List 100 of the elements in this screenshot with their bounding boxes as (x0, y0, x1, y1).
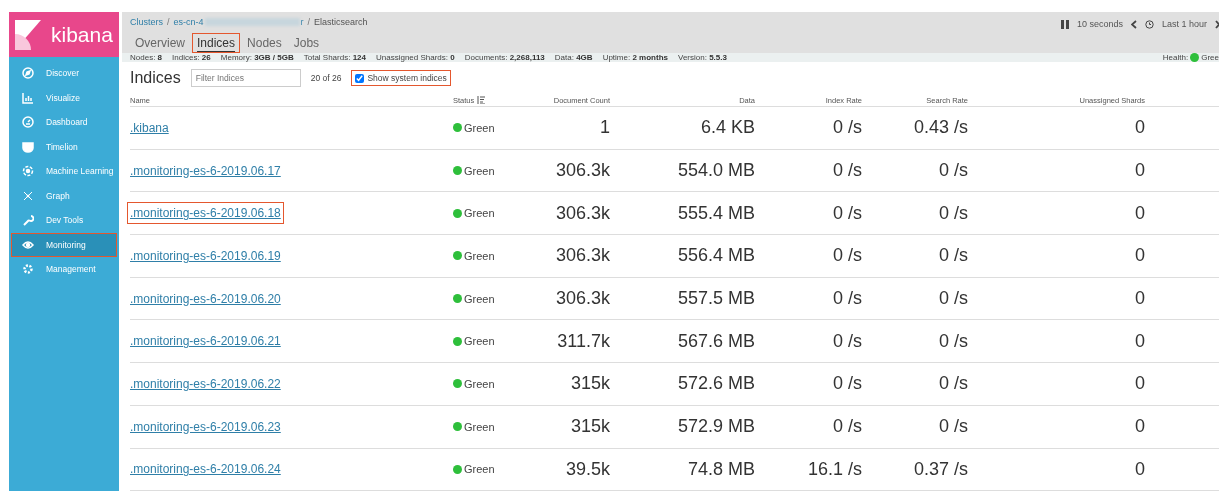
status-text: Green (464, 335, 495, 348)
status-text: Green (464, 463, 495, 476)
table-cell-text: 306.3k (554, 202, 610, 224)
bar-chart-icon (22, 91, 34, 104)
stat-text: Nodes: 8 (130, 53, 163, 62)
table-cell-text: 0 /s (832, 160, 862, 182)
stat-text: Version: 5.5.3 (678, 53, 727, 62)
sidebar-item[interactable]: Discover (11, 61, 117, 86)
table-cell-text: 0 /s (938, 160, 968, 182)
section-title: Indices (130, 69, 181, 87)
tab[interactable]: Overview (130, 33, 190, 53)
table-cell-text: 557.5 MB (676, 288, 755, 310)
table-cell-text: 0 /s (832, 330, 862, 352)
tab[interactable]: Jobs (288, 33, 325, 53)
table-cell-text: 0 /s (938, 416, 968, 438)
table-cell-text: 555.4 MB (676, 202, 755, 224)
index-link[interactable]: .monitoring-es-6-2019.06.23 (127, 415, 284, 438)
sidebar-item[interactable]: Management (11, 257, 117, 282)
table-cell-text: 16.1 /s (806, 458, 862, 480)
stat-text: Data: 4GB (554, 53, 593, 62)
index-link[interactable]: .monitoring-es-6-2019.06.22 (127, 372, 284, 395)
breadcrumb-separator: / (167, 17, 170, 27)
table-cell-text: 306.3k (554, 245, 610, 267)
index-link[interactable]: .kibana (127, 116, 172, 139)
chevron-right-icon[interactable] (1215, 19, 1219, 29)
tab[interactable]: Nodes (242, 33, 287, 53)
table-cell-text: 0 /s (832, 202, 862, 224)
index-link[interactable]: .monitoring-es-6-2019.06.18 (127, 202, 284, 225)
status-text: Green (464, 249, 495, 262)
table-cell-text: 0 (1134, 330, 1145, 352)
health-value: Gree (1201, 53, 1219, 62)
table-cell-text: 0 (1134, 373, 1145, 395)
table-cell-text: 0 /s (938, 288, 968, 310)
pause-icon[interactable] (1060, 19, 1069, 29)
table-cell-text: 0 (1134, 117, 1145, 139)
status-text: Green (464, 121, 495, 134)
gauge-icon (22, 116, 34, 129)
breadcrumb-current: Elasticsearch (314, 17, 368, 27)
table-cell-text: 0 /s (938, 330, 968, 352)
table-cell-text: 0 /s (832, 416, 862, 438)
index-link[interactable]: .monitoring-es-6-2019.06.21 (127, 330, 284, 353)
table-cell-text: 0 /s (938, 245, 968, 267)
table-cell-text: 6.4 KB (699, 117, 755, 139)
table-cell-text: 556.4 MB (676, 245, 755, 267)
status-text: Green (464, 164, 495, 177)
table-cell-text: 0 /s (832, 117, 862, 139)
table-cell-text: 0 /s (832, 373, 862, 395)
table-cell-text: 0 (1134, 245, 1145, 267)
table-cell-text: 0 (1134, 416, 1145, 438)
table-cell-text: 311.7k (556, 330, 610, 352)
breadcrumb-link[interactable]: Clusters (130, 17, 163, 27)
breadcrumb-separator: / (307, 17, 311, 27)
table-cell-text: 315k (569, 373, 610, 395)
sidebar-item[interactable]: Dev Tools (11, 208, 117, 233)
table-cell-text: 0.43 /s (912, 117, 968, 139)
index-link[interactable]: .monitoring-es-6-2019.06.17 (127, 159, 284, 182)
logo-text: kibana (51, 22, 113, 47)
sidebar-item[interactable]: Graph (11, 183, 117, 208)
sidebar-item[interactable]: Visualize (11, 85, 117, 110)
sidebar-item[interactable]: Dashboard (11, 110, 117, 135)
table-cell-text: 39.5k (564, 458, 610, 480)
table-cell-text: 0 (1134, 288, 1145, 310)
table-cell-text: 572.6 MB (676, 373, 755, 395)
table-cell-text: 306.3k (554, 288, 610, 310)
sidebar-item[interactable]: Monitoring (11, 232, 117, 257)
table-cell-text: 74.8 MB (686, 458, 755, 480)
table-cell-text: 306.3k (554, 160, 610, 182)
tab[interactable]: Indices (192, 33, 241, 53)
result-count: 20 of 26 (310, 73, 342, 83)
status-text: Green (464, 207, 495, 220)
stat-text: Unassigned Shards: 0 (376, 53, 455, 62)
index-link[interactable]: .monitoring-es-6-2019.06.24 (127, 458, 284, 481)
table-cell-text: 572.9 MB (676, 416, 755, 438)
refresh-interval[interactable]: 10 seconds (1076, 19, 1123, 29)
index-link[interactable]: .monitoring-es-6-2019.06.19 (127, 244, 284, 267)
index-link[interactable]: .monitoring-es-6-2019.06.20 (127, 287, 284, 310)
sidebar-item[interactable]: Machine Learning (11, 159, 117, 184)
health-label: Health: (1162, 53, 1189, 62)
sidebar-item[interactable]: Timelion (11, 134, 117, 159)
chevron-left-icon[interactable] (1130, 19, 1137, 29)
sort-icon[interactable] (477, 95, 486, 104)
table-cell-text: 0 /s (938, 202, 968, 224)
table-cell-text: 0 /s (832, 245, 862, 267)
table-cell-text: 1 (599, 117, 610, 139)
compass-icon (22, 67, 34, 80)
checkbox-label[interactable]: Show system indices (367, 73, 447, 83)
stat-text: Documents: 2,268,113 (464, 53, 545, 62)
stat-text: Uptime: 2 months (602, 53, 668, 62)
eye-icon (22, 238, 34, 251)
stat-text: Memory: 3GB / 5GB (220, 53, 294, 62)
table-cell-text: 0 /s (832, 288, 862, 310)
table-cell-text: 0 (1134, 458, 1145, 480)
status-text: Green (464, 420, 495, 433)
filter-field[interactable]: Filter Indices (190, 69, 301, 87)
checkbox[interactable] (355, 73, 365, 83)
status-text: Green (464, 292, 495, 305)
time-range[interactable]: Last 1 hour (1161, 19, 1207, 29)
table-cell-text: 315k (569, 416, 610, 438)
table-cell-text: 0 (1134, 160, 1145, 182)
table-cell-text: 0 (1134, 202, 1145, 224)
